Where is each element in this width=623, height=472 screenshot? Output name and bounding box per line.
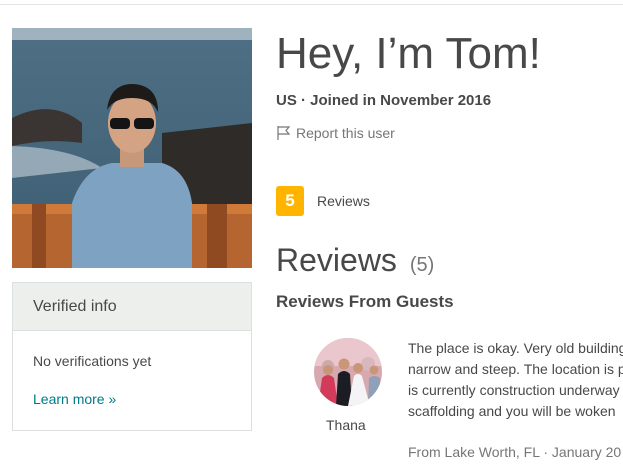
reviews-from-guests-heading: Reviews From Guests: [276, 292, 454, 311]
reviewer-avatar[interactable]: [314, 338, 382, 406]
profile-photo: [12, 28, 252, 268]
reviews-heading: Reviews (5): [276, 240, 434, 285]
review-text-line: scaffolding and you will be woken: [408, 403, 616, 419]
report-user-link[interactable]: Report this user: [276, 125, 395, 141]
review-text-line: The place is okay. Very old building: [408, 340, 623, 356]
page-title: Hey, I’m Tom!: [276, 29, 541, 78]
reviewer-name[interactable]: Thana: [326, 417, 366, 433]
verified-info-panel: Verified info No verifications yet Learn…: [12, 282, 252, 431]
review-text: The place is okay. Very old building nar…: [408, 338, 623, 422]
reviews-badge-link[interactable]: 5 Reviews: [276, 186, 370, 216]
user-meta: US · Joined in November 2016: [276, 92, 492, 109]
flag-icon: [277, 126, 291, 140]
verified-info-header: Verified info: [13, 283, 251, 331]
learn-more-link[interactable]: Learn more »: [33, 391, 116, 407]
reviews-heading-count: (5): [409, 254, 435, 276]
top-divider: [0, 0, 623, 5]
review-origin-date: From Lake Worth, FL · January 20: [408, 444, 622, 460]
review-text-line: is currently construction underway: [408, 382, 620, 398]
reviews-count-badge: 5: [276, 186, 304, 216]
reviews-badge-label: Reviews: [317, 193, 370, 209]
reviews-heading-label: Reviews: [276, 242, 397, 278]
review-text-line: narrow and steep. The location is p: [408, 361, 623, 377]
verification-status: No verifications yet: [33, 353, 152, 369]
report-user-label: Report this user: [296, 125, 395, 141]
